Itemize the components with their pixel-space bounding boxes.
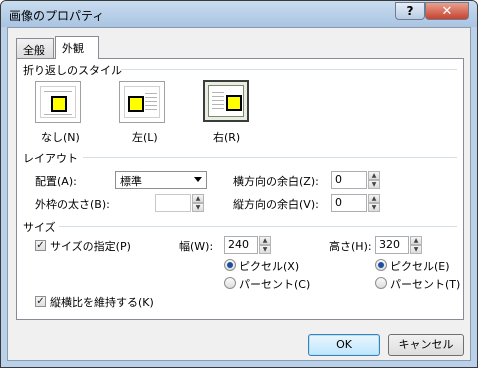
height-field[interactable]: 320 [375,236,409,254]
wrap-right-option[interactable] [203,80,249,122]
text-line [44,114,72,115]
wrap-none-label: なし(N) [41,131,80,144]
width-percent-label: パーセント(C) [239,278,311,291]
text-line [145,109,157,110]
title-bar[interactable]: 画像のプロパティ ? ✕ [1,1,477,27]
window-title: 画像のプロパティ [9,9,105,23]
height-pixel-label: ピクセル(E) [390,260,450,273]
width-label: 幅(W): [179,240,214,253]
border-width-field[interactable] [155,194,191,212]
width-spinner[interactable]: ▲ ▼ [259,236,271,254]
section-divider [59,226,457,227]
section-divider [121,69,457,70]
horizontal-margin-label: 横方向の余白(Z): [233,175,319,188]
width-pixel-radio[interactable] [224,259,236,271]
text-line [212,92,224,93]
wrap-left-label: 左(L) [132,131,158,144]
vertical-margin-field[interactable]: 0 [331,194,367,212]
align-value: 標準 [120,175,142,188]
keep-aspect-checkbox[interactable]: ✓ [35,296,46,307]
specify-size-checkbox[interactable]: ✓ [35,240,46,251]
spin-down-icon[interactable]: ▼ [368,180,380,189]
dialog-window: 画像のプロパティ ? ✕ 全般 外観 折り返しのスタイル なし(N) 左(L) … [0,0,478,368]
tab-appearance[interactable]: 外観 [55,36,99,59]
text-line [145,97,157,98]
specify-size-label: サイズの指定(P) [50,240,131,253]
text-line [212,100,224,101]
close-button[interactable]: ✕ [425,2,469,20]
align-label: 配置(A): [35,175,77,188]
vertical-margin-label: 縦方向の余白(V): [233,198,319,211]
section-divider [83,157,457,158]
vertical-margin-spinner[interactable]: ▲ ▼ [368,194,380,212]
wrap-left-preview [124,86,160,118]
spin-up-icon[interactable]: ▲ [192,194,204,203]
height-pixel-radio[interactable] [375,259,387,271]
width-field[interactable]: 240 [224,236,258,254]
spin-down-icon[interactable]: ▼ [192,203,204,212]
width-percent-radio[interactable] [224,277,236,289]
wrap-section-title: 折り返しのスタイル [23,64,122,77]
spin-up-icon[interactable]: ▲ [368,171,380,180]
text-line [145,101,157,102]
text-line [212,96,224,97]
image-placeholder-icon [226,95,242,111]
border-width-spinner[interactable]: ▲ ▼ [192,194,204,212]
height-label: 高さ(H): [329,240,372,253]
text-line [212,104,224,105]
keep-aspect-label: 縦横比を維持する(K) [50,296,154,309]
text-line [212,108,224,109]
wrap-left-option[interactable] [119,81,165,123]
spin-up-icon[interactable]: ▲ [368,194,380,203]
help-button[interactable]: ? [395,2,425,20]
text-line [145,105,157,106]
spin-up-icon[interactable]: ▲ [259,236,271,245]
horizontal-margin-spinner[interactable]: ▲ ▼ [368,171,380,189]
border-width-label: 外枠の太さ(B): [35,198,110,211]
wrap-none-option[interactable] [35,81,81,123]
height-percent-radio[interactable] [375,277,387,289]
cancel-button[interactable]: キャンセル [388,334,464,356]
size-section-title: サイズ [23,221,56,234]
spin-up-icon[interactable]: ▲ [410,236,422,245]
image-placeholder-icon [128,96,144,112]
height-spinner[interactable]: ▲ ▼ [410,236,422,254]
wrap-right-preview [208,85,244,117]
spin-down-icon[interactable]: ▼ [410,245,422,254]
chevron-down-icon [194,177,202,182]
text-line [44,91,72,92]
dialog-client: 全般 外観 折り返しのスタイル なし(N) 左(L) 右(R) レイアウト 配置… [7,27,471,361]
width-pixel-label: ピクセル(X) [239,260,300,273]
tab-general[interactable]: 全般 [16,38,54,58]
wrap-none-preview [40,86,76,118]
spin-down-icon[interactable]: ▼ [368,203,380,212]
layout-section-title: レイアウト [23,152,78,165]
image-placeholder-icon [51,96,67,112]
horizontal-margin-field[interactable]: 0 [331,171,367,189]
appearance-panel: 折り返しのスタイル なし(N) 左(L) 右(R) レイアウト 配置(A): 標… [16,58,464,320]
wrap-right-label: 右(R) [213,131,241,144]
align-dropdown[interactable]: 標準 [115,171,207,189]
ok-button[interactable]: OK [308,334,380,356]
text-line [145,93,157,94]
spin-down-icon[interactable]: ▼ [259,245,271,254]
height-percent-label: パーセント(T) [390,278,461,291]
